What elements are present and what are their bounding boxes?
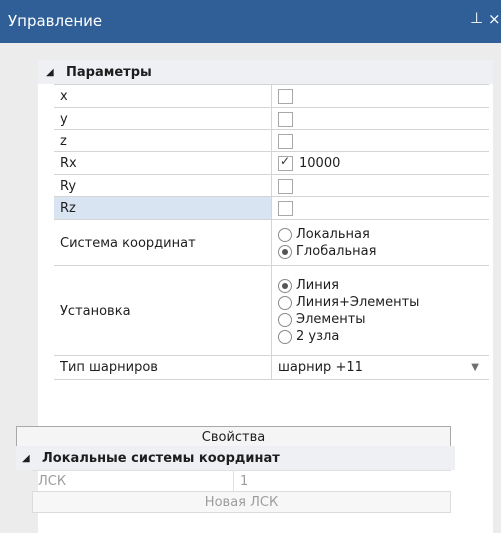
checkbox-rz[interactable] — [278, 201, 293, 216]
checkbox-y[interactable] — [278, 111, 293, 127]
row-rx: Rx 10000 — [54, 151, 489, 175]
new-lsk-button[interactable]: Новая ЛСК — [32, 491, 451, 513]
radio-elements-dot[interactable] — [278, 312, 292, 327]
row-rx-label: Rx — [54, 152, 272, 175]
pin-icon[interactable]: ⊥ — [470, 9, 483, 27]
checkbox-rx[interactable] — [278, 154, 293, 171]
coord-system-radio-group: Локальная Глобальная — [278, 227, 376, 259]
lsk-value: 1 — [240, 473, 249, 489]
coord-system-label: Система координат — [54, 220, 272, 266]
dropdown-arrow-icon[interactable]: ▼ — [471, 362, 479, 373]
radio-line-elements-label: Линия+Элементы — [296, 295, 420, 310]
radio-local-dot[interactable] — [278, 227, 292, 242]
hinge-type-dropdown[interactable]: шарнир +11 ▼ — [272, 356, 489, 379]
radio-line-dot[interactable] — [278, 278, 292, 293]
radio-global-dot[interactable] — [278, 244, 292, 259]
row-rz-label: Rz — [54, 197, 272, 220]
panel-title: Управление — [8, 12, 103, 30]
radio-line-elements[interactable]: Линия+Элементы — [278, 295, 419, 310]
radio-elements[interactable]: Элементы — [278, 312, 419, 327]
hinge-type-label: Тип шарниров — [54, 356, 272, 379]
section-local-cs[interactable]: ◢ Локальные системы координат — [16, 446, 455, 470]
radio-two-nodes-label: 2 узла — [296, 329, 340, 344]
install-label: Установка — [54, 266, 272, 356]
radio-line-elements-dot[interactable] — [278, 295, 292, 310]
row-ry: Ry — [54, 174, 489, 197]
radio-line-label: Линия — [296, 278, 339, 293]
row-y-label: y — [54, 108, 272, 130]
section-parameters[interactable]: ◢ Параметры — [38, 60, 493, 84]
install-radio-group: Линия Линия+Элементы Элементы 2 узла — [278, 278, 419, 344]
row-rz: Rz — [54, 196, 489, 220]
row-lsk: ЛСК 1 — [32, 470, 451, 491]
checkbox-x[interactable] — [278, 89, 293, 104]
radio-global[interactable]: Глобальная — [278, 244, 376, 259]
caret-down-icon[interactable]: ◢ — [22, 453, 34, 464]
radio-line[interactable]: Линия — [278, 278, 419, 293]
checkbox-z[interactable] — [278, 133, 293, 149]
row-z-label: z — [54, 130, 272, 152]
section-parameters-label: Параметры — [66, 64, 152, 80]
caret-down-icon[interactable]: ◢ — [46, 67, 58, 78]
rx-value[interactable]: 10000 — [299, 156, 340, 171]
radio-global-label: Глобальная — [296, 244, 377, 259]
close-icon[interactable]: × — [488, 10, 501, 28]
radio-local[interactable]: Локальная — [278, 227, 376, 242]
row-z: z — [54, 129, 489, 152]
checkbox-ry[interactable] — [278, 178, 293, 194]
row-install: Установка Линия Линия+Элементы Элементы — [54, 265, 489, 356]
section-local-cs-label: Локальные системы координат — [42, 450, 280, 466]
lsk-label: ЛСК — [32, 471, 234, 491]
control-panel: Управление ⊥ × ◢ Параметры x y z Rx 1000… — [0, 0, 501, 533]
row-ry-label: Ry — [54, 175, 272, 197]
row-x: x — [54, 84, 489, 108]
radio-elements-label: Элементы — [296, 312, 366, 327]
radio-two-nodes-dot[interactable] — [278, 329, 292, 344]
row-x-label: x — [54, 85, 272, 108]
hinge-type-value: шарнир +11 — [278, 360, 363, 375]
row-hinge-type: Тип шарниров шарнир +11 ▼ — [54, 355, 489, 380]
radio-two-nodes[interactable]: 2 узла — [278, 329, 419, 344]
properties-button[interactable]: Свойства — [16, 426, 451, 448]
row-y: y — [54, 107, 489, 130]
row-coord-system: Система координат Локальная Глобальная — [54, 219, 489, 266]
panel-titlebar: Управление ⊥ × — [0, 0, 501, 43]
radio-local-label: Локальная — [296, 227, 370, 242]
